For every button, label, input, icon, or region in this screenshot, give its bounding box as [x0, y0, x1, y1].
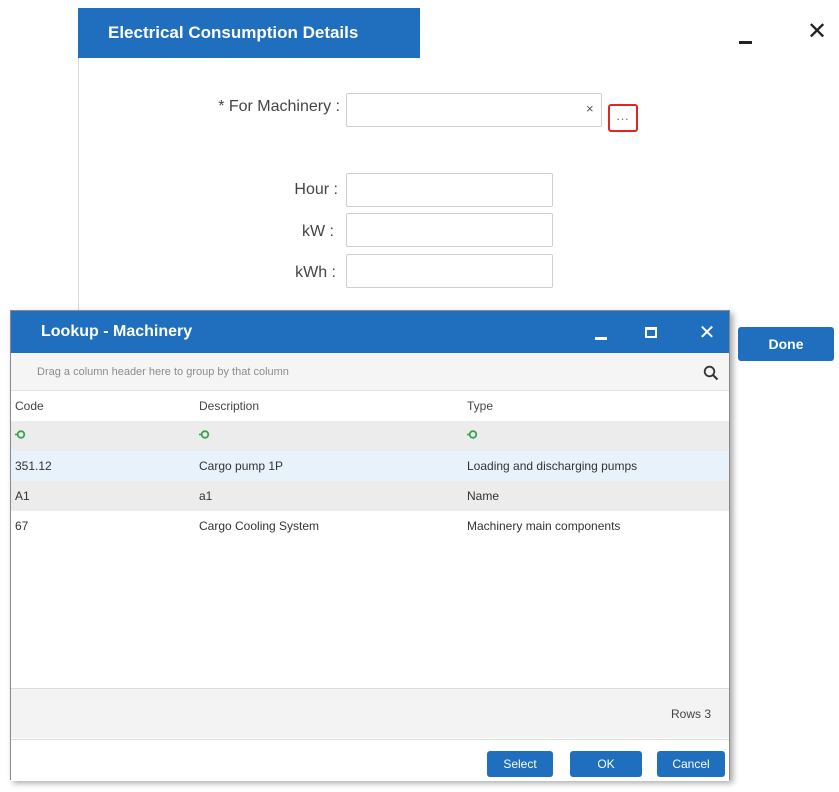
cell-description: a1: [199, 489, 213, 503]
lookup-action-bar: Select OK Cancel: [11, 739, 729, 781]
select-button[interactable]: Select: [487, 751, 553, 777]
filter-type-icon[interactable]: [467, 429, 478, 443]
table-row[interactable]: 67 Cargo Cooling System Machinery main c…: [11, 511, 729, 541]
grid-footer: Rows 3: [11, 688, 729, 738]
kwh-input[interactable]: [346, 254, 553, 288]
cell-type: Loading and discharging pumps: [467, 459, 638, 473]
lookup-close-button[interactable]: ✕: [689, 311, 725, 353]
ellipsis-icon: ...: [616, 109, 630, 123]
close-icon: ✕: [806, 17, 828, 45]
machinery-input[interactable]: [346, 93, 602, 127]
group-by-hint: Drag a column header here to group by th…: [37, 365, 289, 378]
ok-button[interactable]: OK: [570, 751, 642, 777]
table-row[interactable]: 351.12 Cargo pump 1P Loading and dischar…: [11, 451, 729, 481]
dialog-title: Electrical Consumption Details: [78, 8, 420, 58]
hour-input[interactable]: [346, 173, 553, 207]
minimize-icon: [595, 336, 607, 340]
cell-description: Cargo pump 1P: [199, 459, 284, 473]
lookup-machinery-window: Lookup - Machinery ✕ Drag a column heade…: [10, 310, 730, 781]
machinery-lookup-button[interactable]: ...: [608, 104, 638, 132]
column-header-type[interactable]: Type: [467, 399, 493, 413]
hour-label: Hour :: [294, 181, 338, 198]
maximize-icon: [645, 326, 657, 338]
done-button[interactable]: Done: [738, 327, 834, 361]
kw-input[interactable]: [346, 213, 553, 247]
close-button[interactable]: ✕: [802, 16, 832, 46]
search-icon[interactable]: [703, 365, 719, 381]
cell-code: A1: [15, 489, 30, 503]
lookup-minimize-button[interactable]: [583, 311, 619, 353]
cell-type: Machinery main components: [467, 519, 621, 533]
cell-code: 351.12: [15, 459, 52, 473]
lookup-title-bar[interactable]: Lookup - Machinery: [11, 311, 729, 353]
group-by-panel[interactable]: Drag a column header here to group by th…: [11, 353, 729, 391]
cell-code: 67: [15, 519, 29, 533]
grid-header-row: Code Description Type: [11, 391, 729, 421]
clear-machinery-icon[interactable]: ×: [586, 101, 594, 116]
table-row[interactable]: A1 a1 Name: [11, 481, 729, 511]
for-machinery-label: * For Machinery :: [218, 98, 340, 115]
cell-description: Cargo Cooling System: [199, 519, 320, 533]
minimize-icon: [738, 40, 752, 44]
cancel-button[interactable]: Cancel: [657, 751, 725, 777]
minimize-button[interactable]: [730, 20, 760, 50]
kwh-label: kWh :: [295, 264, 336, 281]
rows-count: Rows 3: [670, 707, 711, 721]
lookup-maximize-button[interactable]: [633, 311, 669, 353]
grid-filter-row: [11, 421, 729, 451]
lookup-title: Lookup - Machinery: [41, 323, 193, 340]
column-header-code[interactable]: Code: [15, 399, 44, 413]
filter-code-icon[interactable]: [15, 429, 26, 443]
column-header-description[interactable]: Description: [199, 399, 259, 413]
dialog-title-text: Electrical Consumption Details: [108, 23, 359, 42]
filter-description-icon[interactable]: [199, 429, 210, 443]
kw-label: kW :: [302, 223, 334, 240]
close-icon: ✕: [698, 321, 716, 344]
cell-type: Name: [467, 489, 500, 503]
